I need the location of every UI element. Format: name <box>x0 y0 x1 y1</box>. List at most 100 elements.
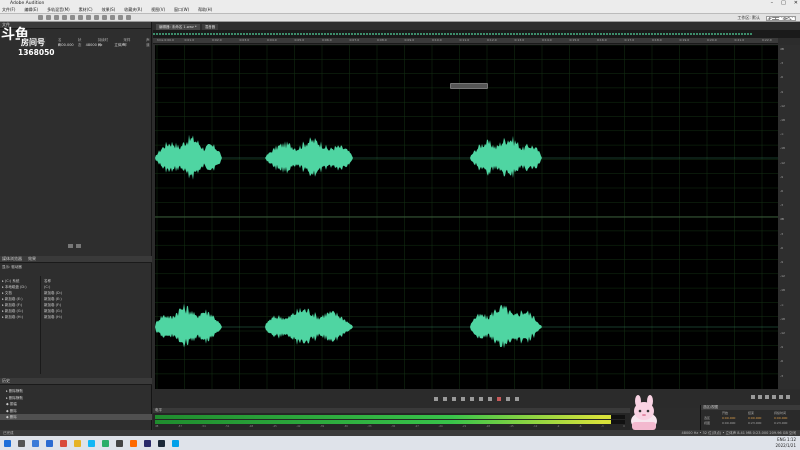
overview-mark <box>603 33 605 35</box>
history-item[interactable]: ▸ 删除静默 <box>6 388 23 395</box>
maximize-icon[interactable]: □ <box>781 0 786 6</box>
menu-multitrack[interactable]: 多轨混音(M) <box>47 7 70 13</box>
fast-forward-icon[interactable] <box>479 397 483 401</box>
drive-dropdown[interactable]: 显示: 驱动器 <box>2 265 22 270</box>
play-icon[interactable] <box>443 397 447 401</box>
chrome-icon[interactable] <box>60 439 67 447</box>
audition-taskbar-icon[interactable] <box>172 439 179 447</box>
marquee-tool-icon[interactable] <box>102 15 107 20</box>
overview-mark <box>681 33 683 35</box>
douyu-icon[interactable] <box>130 439 137 447</box>
menu-edit[interactable]: 编辑(E) <box>24 7 38 13</box>
multitrack-view-button[interactable] <box>46 15 51 20</box>
spectral-button[interactable] <box>54 15 59 20</box>
left-panels: 文件 斗鱼 房间号 1368050 名称 状态 持续时间 采样率 声道 0:00… <box>0 22 152 430</box>
col-channels[interactable]: 声道 <box>146 38 152 47</box>
zoom-out-time-icon[interactable] <box>772 395 776 399</box>
zoom-in-time-icon[interactable] <box>765 395 769 399</box>
waveform-display[interactable] <box>155 44 778 389</box>
workspace-label[interactable]: 工作区: 默认 <box>737 15 760 21</box>
audio-waveform-burst[interactable] <box>470 135 545 178</box>
tab-effects[interactable]: 效果 <box>28 256 36 262</box>
app-icon[interactable] <box>116 439 123 447</box>
waveform-view-button[interactable] <box>38 15 43 20</box>
tree-item[interactable]: ▸ 新加卷 (H:) <box>2 314 27 320</box>
steam-icon[interactable] <box>158 439 165 447</box>
close-icon[interactable]: ✕ <box>794 0 798 6</box>
meter-level-left <box>155 415 611 419</box>
time-ruler[interactable]: hms 0:00.0 0:01.0 0:02.0 0:03.0 0:04.0 0:05.0… <box>153 38 778 44</box>
minimize-icon[interactable]: – <box>771 0 774 6</box>
skip-icon[interactable] <box>515 397 519 401</box>
search-help-input[interactable] <box>766 15 796 21</box>
menu-help[interactable]: 帮助(H) <box>198 7 212 13</box>
clock-time[interactable]: 1:12 <box>787 437 796 442</box>
list-item[interactable]: 新加卷 (H:) <box>44 314 62 320</box>
audio-waveform-burst[interactable] <box>470 304 545 349</box>
overview-mark <box>627 33 629 35</box>
hud-volume-control[interactable] <box>450 83 488 89</box>
menu-file[interactable]: 文件(F) <box>2 7 15 13</box>
menu-view[interactable]: 视图(V) <box>151 7 165 13</box>
spot-healing-icon[interactable] <box>126 15 131 20</box>
db-tick-label: -∞ <box>780 302 784 307</box>
pause-icon[interactable] <box>452 397 456 401</box>
drive-list: 名称 (C:) 新加卷 (D:) 新加卷 (E:) 新加卷 (F:) 新加卷 (… <box>44 278 62 320</box>
stop-icon[interactable] <box>434 397 438 401</box>
menu-clip[interactable]: 素材(C) <box>79 7 93 13</box>
pitch-button[interactable] <box>62 15 67 20</box>
ruler-tick-label: 0:13.0 <box>514 38 525 42</box>
tab-history[interactable]: 历史 <box>2 378 10 384</box>
zoom-selection-icon[interactable] <box>786 395 790 399</box>
file-row[interactable]: 0:00.000 48000 Hz 立体声 <box>58 43 125 48</box>
menu-favorites[interactable]: 收藏夹(R) <box>124 7 142 13</box>
ruler-tick-label: 0:04.0 <box>267 38 277 42</box>
task-view-icon[interactable] <box>32 439 39 447</box>
overview-mark <box>531 33 533 35</box>
tab-media-browser[interactable]: 媒体浏览器 <box>2 256 22 262</box>
history-panel: 历史 ▸ 删除静默 ▸ 删除静默 ◆ 振幅 ◆ 删除 ◆ 删除 <box>0 378 152 430</box>
zoom-in-amplitude-icon[interactable] <box>751 395 755 399</box>
tray-lang[interactable]: ENG <box>777 437 786 442</box>
overview-bar[interactable] <box>153 30 800 38</box>
rewind-icon[interactable] <box>470 397 474 401</box>
system-tray[interactable]: ENG 1:12 2022/1/21 <box>775 437 796 448</box>
audio-waveform-burst[interactable] <box>265 307 357 345</box>
audio-waveform-burst[interactable] <box>155 303 225 348</box>
waveform-canvas[interactable] <box>155 44 778 389</box>
audio-waveform-burst[interactable] <box>265 137 357 177</box>
brush-tool-icon[interactable] <box>118 15 123 20</box>
zoom-out-amplitude-icon[interactable] <box>758 395 762 399</box>
qq-icon[interactable] <box>88 439 95 447</box>
wechat-icon[interactable] <box>102 439 109 447</box>
loop-icon[interactable] <box>506 397 510 401</box>
history-item[interactable]: ◆ 删除 <box>6 414 23 421</box>
slip-tool-icon[interactable] <box>86 15 91 20</box>
start-icon[interactable] <box>4 439 11 447</box>
clock-date[interactable]: 2022/1/21 <box>775 443 796 448</box>
view-duration-value[interactable]: 0:23.000 <box>774 421 787 426</box>
lasso-tool-icon[interactable] <box>110 15 115 20</box>
menu-effects[interactable]: 效果(S) <box>102 7 116 13</box>
explorer-icon[interactable] <box>74 439 81 447</box>
view-start-value[interactable]: 0:00.000 <box>722 421 740 426</box>
time-selection-tool-icon[interactable] <box>94 15 99 20</box>
zoom-full-icon[interactable] <box>779 395 783 399</box>
move-tool-icon[interactable] <box>70 15 75 20</box>
new-file-icon[interactable] <box>68 244 73 248</box>
meter-header[interactable]: 电平 <box>153 408 630 413</box>
search-icon[interactable] <box>18 439 25 447</box>
audio-waveform-burst[interactable] <box>155 134 225 180</box>
goto-start-icon[interactable] <box>461 397 465 401</box>
record-icon[interactable] <box>497 397 501 401</box>
tree-divider[interactable] <box>40 276 41 374</box>
delete-file-icon[interactable] <box>76 244 81 248</box>
selection-panel-header[interactable]: 选区/视图 <box>701 405 800 410</box>
edge-icon[interactable] <box>46 439 53 447</box>
razor-tool-icon[interactable] <box>78 15 83 20</box>
menu-window[interactable]: 窗口(W) <box>174 7 189 13</box>
overview-mark <box>522 33 524 35</box>
view-end-value[interactable]: 0:23.000 <box>748 421 766 426</box>
obs-icon[interactable] <box>144 439 151 447</box>
goto-end-icon[interactable] <box>488 397 492 401</box>
